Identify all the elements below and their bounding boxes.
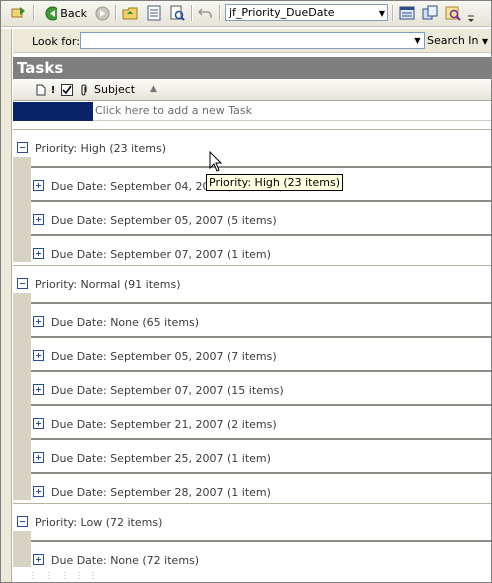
toolbar: Back jf_Priority_DueDate ▼ bbox=[1, 1, 491, 27]
page-title: Tasks bbox=[13, 57, 491, 79]
undo-icon[interactable] bbox=[196, 4, 214, 22]
group-tooltip: Priority: High (23 items) bbox=[206, 174, 343, 191]
expand-icon[interactable] bbox=[33, 554, 44, 565]
instant-search-bar: Look for: ▼ Search In ▼ bbox=[13, 29, 491, 53]
expand-icon[interactable] bbox=[33, 418, 44, 429]
expand-icon[interactable] bbox=[33, 248, 44, 259]
collapse-icon[interactable] bbox=[17, 142, 28, 153]
navigation-pane-edge bbox=[1, 29, 12, 582]
subgroup-label: Due Date: September 07, 2007 (15 items) bbox=[51, 384, 284, 397]
subgroup-label: Due Date: September 21, 2007 (2 items) bbox=[51, 418, 277, 431]
subgroup-label: Due Date: September 07, 2007 (1 item) bbox=[51, 248, 271, 261]
find-icon[interactable] bbox=[443, 4, 463, 22]
complete-checkbox-icon[interactable] bbox=[60, 83, 74, 97]
subgroup-header[interactable]: Due Date: September 28, 2007 (1 item) bbox=[31, 472, 491, 506]
expand-icon[interactable] bbox=[33, 486, 44, 497]
subgroup-header[interactable]: Due Date: September 07, 2007 (1 item) bbox=[31, 234, 491, 268]
group-indent bbox=[13, 293, 31, 500]
subject-column-header[interactable]: Subject bbox=[94, 83, 135, 96]
subgroup-header[interactable]: Due Date: None (65 items) bbox=[31, 302, 491, 336]
current-view-dropdown[interactable]: jf_Priority_DueDate ▼ bbox=[225, 4, 388, 21]
subgroup-header[interactable]: Due Date: September 21, 2007 (2 items) bbox=[31, 404, 491, 438]
look-for-label: Look for: bbox=[32, 35, 80, 48]
up-folder-icon[interactable] bbox=[120, 4, 140, 22]
expand-icon[interactable] bbox=[33, 180, 44, 191]
subgroup-header[interactable]: Due Date: September 07, 2007 (15 items) bbox=[31, 370, 491, 404]
expand-icon[interactable] bbox=[33, 350, 44, 361]
mouse-pointer-icon bbox=[209, 151, 223, 172]
expand-icon[interactable] bbox=[33, 452, 44, 463]
subgroup-label: Due Date: September 05, 2007 (7 items) bbox=[51, 350, 277, 363]
row-divider-dots bbox=[32, 572, 94, 580]
new-task-input[interactable]: Click here to add a new Task bbox=[93, 102, 491, 121]
subgroup-label: Due Date: September 05, 2007 (5 items) bbox=[51, 214, 277, 227]
outlook-tasks-window: Back jf_Priority_DueDate ▼ Look for: ▼ S… bbox=[0, 0, 492, 583]
importance-icon[interactable]: ! bbox=[49, 83, 57, 97]
group-indent bbox=[13, 157, 31, 262]
back-button[interactable]: Back bbox=[45, 4, 87, 22]
sort-ascending-icon: ▲ bbox=[150, 84, 157, 94]
folder-list-icon[interactable] bbox=[144, 4, 164, 22]
subgroup-header[interactable]: Due Date: September 25, 2007 (1 item) bbox=[31, 438, 491, 472]
categories-icon[interactable] bbox=[420, 4, 440, 22]
search-input[interactable]: ▼ bbox=[80, 32, 425, 49]
search-in-button[interactable]: Search In ▼ bbox=[427, 34, 488, 47]
column-header: ! Subject ▲ bbox=[13, 80, 491, 101]
send-receive-icon[interactable] bbox=[7, 4, 29, 22]
subgroup-label: Due Date: None (65 items) bbox=[51, 316, 200, 329]
group-header-priority-low[interactable]: Priority: Low (72 items) bbox=[13, 503, 491, 531]
subgroup-label: Due Date: September 25, 2007 (1 item) bbox=[51, 452, 271, 465]
task-groups: Priority: High (23 items) Due Date: Sept… bbox=[13, 129, 491, 582]
forward-icon[interactable] bbox=[93, 4, 111, 22]
new-task-row[interactable]: Click here to add a new Task bbox=[13, 102, 491, 121]
attachment-icon[interactable] bbox=[79, 83, 89, 97]
reading-pane-icon[interactable] bbox=[397, 4, 417, 22]
print-preview-icon[interactable] bbox=[167, 4, 187, 22]
group-label: Priority: Normal (91 items) bbox=[35, 278, 181, 291]
new-task-selection bbox=[13, 102, 93, 121]
group-label: Priority: High (23 items) bbox=[35, 142, 166, 155]
expand-icon[interactable] bbox=[33, 316, 44, 327]
chevron-down-icon: ▼ bbox=[378, 9, 385, 18]
subgroup-header[interactable]: Due Date: None (72 items) bbox=[31, 540, 491, 574]
collapse-icon[interactable] bbox=[17, 278, 28, 289]
back-label: Back bbox=[60, 6, 87, 20]
subgroup-header[interactable]: Due Date: September 05, 2007 (5 items) bbox=[31, 200, 491, 234]
chevron-down-icon: ▼ bbox=[482, 37, 489, 46]
back-icon bbox=[45, 6, 58, 20]
group-header-priority-high[interactable]: Priority: High (23 items) bbox=[13, 129, 491, 157]
search-in-label: Search In bbox=[427, 34, 479, 47]
subgroup-label: Due Date: September 28, 2007 (1 item) bbox=[51, 486, 271, 499]
subgroup-header[interactable]: Due Date: September 05, 2007 (7 items) bbox=[31, 336, 491, 370]
chevron-down-icon[interactable]: ▼ bbox=[412, 34, 423, 47]
item-type-icon[interactable] bbox=[35, 83, 47, 97]
group-label: Priority: Low (72 items) bbox=[35, 516, 163, 529]
current-view-value: jf_Priority_DueDate bbox=[229, 6, 335, 19]
group-header-priority-normal[interactable]: Priority: Normal (91 items) bbox=[13, 265, 491, 293]
expand-icon[interactable] bbox=[33, 214, 44, 225]
subgroup-label: Due Date: None (72 items) bbox=[51, 554, 200, 567]
group-indent bbox=[13, 531, 31, 567]
toolbar-options-icon[interactable] bbox=[466, 7, 476, 25]
expand-icon[interactable] bbox=[33, 384, 44, 395]
collapse-icon[interactable] bbox=[17, 516, 28, 527]
